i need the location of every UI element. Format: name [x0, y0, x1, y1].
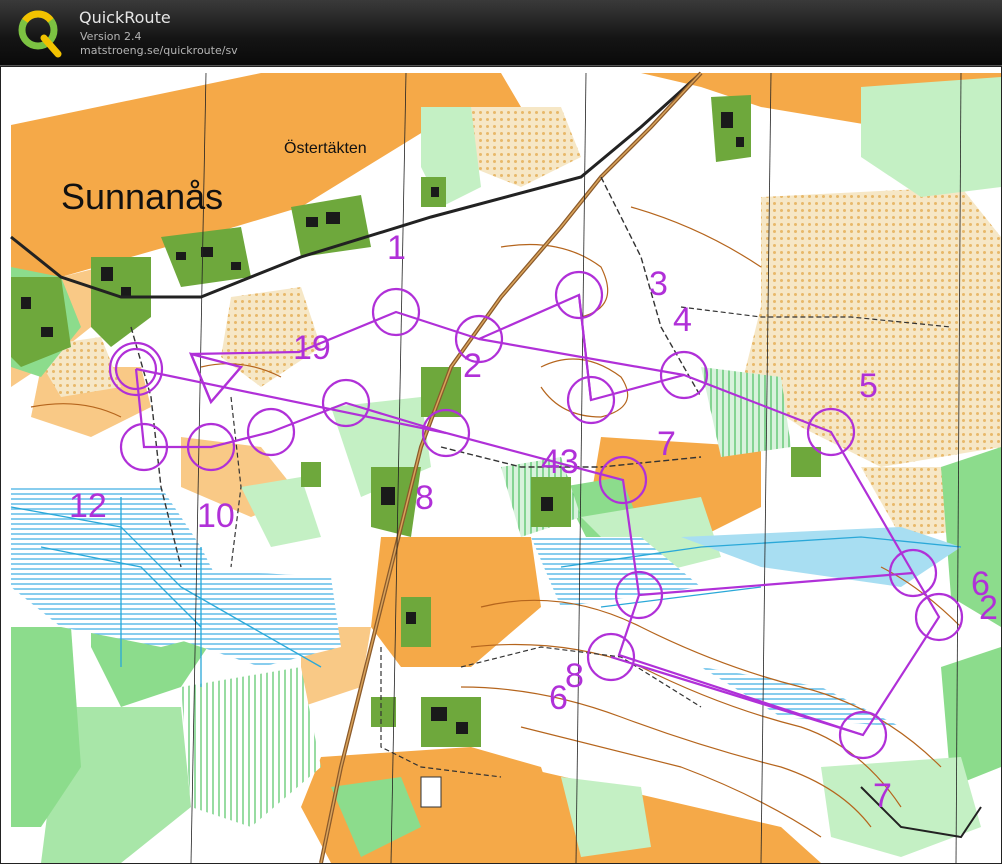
control-label: 8: [415, 479, 434, 517]
control-label: 3: [649, 265, 668, 303]
place-name-large: Sunnanås: [61, 176, 223, 217]
app-version: Version 2.4: [80, 30, 142, 43]
control-label: 2: [463, 347, 482, 385]
control-label: 43: [541, 443, 579, 481]
title-bar: QuickRoute Version 2.4 matstroeng.se/qui…: [0, 0, 1002, 66]
control-label: 10: [197, 497, 235, 535]
control-label: 4: [673, 301, 692, 339]
map-view[interactable]: Sunnanås Östertäkten 1 19 2 3 4 5 6 7 8 …: [0, 66, 1002, 864]
control-label: 7: [873, 777, 892, 815]
control-label: 7: [657, 425, 676, 463]
app-title: QuickRoute: [79, 8, 171, 27]
control-label: 2: [979, 589, 998, 627]
control-label: 19: [293, 329, 331, 367]
control-label: 1: [387, 229, 406, 267]
place-name-small: Östertäkten: [284, 139, 367, 157]
app-url: matstroeng.se/quickroute/sv: [80, 44, 238, 57]
orienteering-map[interactable]: Sunnanås Östertäkten 1 19 2 3 4 5 6 7 8 …: [1, 67, 1001, 863]
quickroute-logo-icon: [18, 10, 62, 58]
control-label: 8: [565, 657, 584, 695]
control-label: 5: [859, 367, 878, 405]
control-label: 12: [69, 487, 107, 525]
